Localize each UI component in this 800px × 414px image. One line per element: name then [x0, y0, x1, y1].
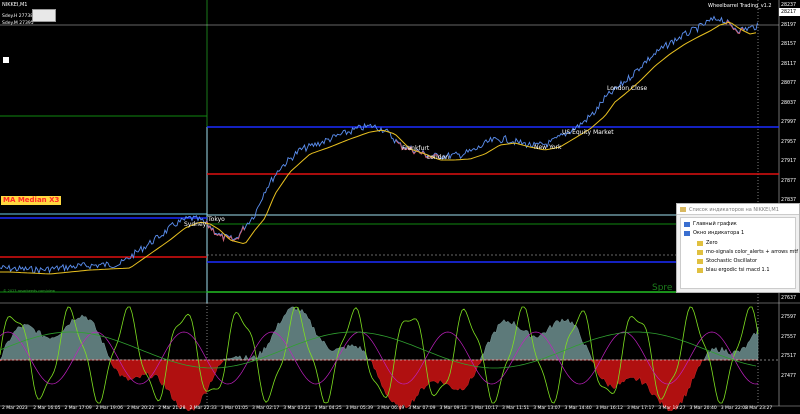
oscillator-histogram-negative	[0, 359, 758, 412]
time-tick-label: 3 Mar 10:17	[470, 406, 498, 411]
session-sydney: Sydney	[184, 221, 207, 228]
bid-label: Sdey.H 27738	[2, 14, 34, 19]
session-london-close: London Close	[607, 85, 648, 92]
price-tick-label: 27877	[781, 177, 797, 184]
time-tick-label: 3 Mar 05:39	[345, 406, 373, 411]
price-tick-label: 27917	[781, 158, 797, 164]
price-tick-label: 28037	[781, 99, 797, 106]
time-tick-label: 3 Mar 02:17	[252, 406, 280, 411]
time-tick-label: 3 Mar 07:09	[408, 406, 436, 411]
time-tick-label: 3 Mar 16:12	[595, 406, 623, 411]
time-tick-label: 2 Mar 21:28	[158, 406, 186, 411]
indicators-window-titlebar[interactable]: Список индикаторов на NIKKEI,M1	[677, 204, 799, 215]
tree-item-zero[interactable]: Zero	[706, 240, 718, 246]
indicators-list-window[interactable]: Список индикаторов на NIKKEI,M1 Главный …	[676, 203, 800, 293]
time-tick-label: 3 Mar 20:40	[689, 406, 717, 411]
tree-item-mo-signals[interactable]: mo-signals color_alerts + arrows mtf	[706, 249, 798, 255]
indicators-window-title: Список индикаторов на NIKKEI,M1	[689, 207, 779, 213]
indicator-icon	[697, 241, 703, 246]
time-tick-label: 3 Mar 03:21	[283, 406, 311, 411]
copyright-note: © 2023 rosarbeeds.com/view	[3, 289, 55, 293]
price-tick-label: 27557	[781, 333, 797, 340]
session-newyork: New York	[534, 144, 562, 151]
current-price-tag: 28217	[779, 8, 800, 16]
time-tick-label: 3 Mar 19:27	[658, 406, 686, 411]
session-london: London	[427, 154, 449, 161]
window-icon	[680, 207, 686, 212]
tree-item-blau-ergodic[interactable]: blau ergodic tsi macd 1.1	[706, 267, 770, 273]
indicator-icon	[697, 259, 703, 264]
price-tick-label: 27517	[781, 353, 797, 359]
time-tick-label: 3 Mar 09:13	[439, 406, 467, 411]
price-tick-label: 28157	[781, 41, 797, 47]
session-frankfurt: Frankfurt	[402, 145, 430, 152]
price-tick-label: 28077	[781, 80, 797, 86]
tree-subwindow-1[interactable]: Окно индикатора 1	[693, 230, 744, 236]
indicators-tree[interactable]: Главный график Окно индикатора 1 Zero mo…	[680, 217, 798, 289]
price-tick-label: 28197	[781, 21, 797, 28]
price-tick-label: 27957	[781, 138, 797, 145]
chart-window[interactable]: NIKKEI,M1 Sdey.H 27738 Sdey.M 27395 Whee…	[0, 0, 800, 414]
time-tick-label: 3 Mar 11:51	[502, 406, 530, 411]
time-tick-label: 3 Mar 04:25	[314, 406, 342, 411]
time-tick-label: 2 Mar 22:33	[189, 406, 217, 411]
ask-label: Sdey.M 27395	[2, 21, 34, 26]
time-tick-label: 3 Mar 17:17	[627, 406, 655, 411]
tree-main-chart[interactable]: Главный график	[693, 221, 737, 227]
time-tick-label: 3 Mar 22:08	[720, 406, 748, 411]
indicator-icon	[697, 250, 703, 255]
spread-label: Spre	[652, 283, 673, 293]
indicator-title: Wheelbarrel Trading_v1.2	[708, 3, 772, 9]
tree-item-stochastic[interactable]: Stochastic Oscillator	[706, 258, 757, 264]
price-tick-label: 27597	[781, 314, 797, 320]
symbol-label: NIKKEI,M1	[2, 2, 28, 8]
time-tick-label: 2 Mar 2023	[2, 406, 28, 411]
time-tick-label: 3 Mar 13:07	[533, 406, 561, 411]
time-tick-label: 2 Mar 19:06	[95, 406, 123, 411]
price-tick-label: 27997	[781, 119, 797, 125]
price-tick-label: 27477	[781, 372, 797, 379]
time-tick-label: 2 Mar 16:05	[33, 406, 61, 411]
time-tick-label: 3 Mar 01:05	[220, 406, 248, 411]
session-us-equity: US Equity Market	[562, 129, 614, 136]
price-tick-label: 28117	[781, 60, 797, 67]
main-chart-icon	[684, 222, 690, 227]
one-click-trading-box[interactable]	[32, 9, 56, 22]
time-tick-label: 2 Mar 17:09	[64, 406, 92, 411]
ma-median-line	[0, 21, 757, 275]
ma-median-label: MA Median X3	[1, 196, 62, 205]
price-series	[0, 15, 758, 275]
indicator-icon	[697, 268, 703, 273]
time-tick-label: 3 Mar 06:49	[377, 406, 405, 411]
price-tick-label: 27637	[781, 294, 797, 301]
time-tick-label: 2 Mar 20:22	[127, 406, 155, 411]
session-tokyo: Tokyo	[208, 216, 225, 223]
time-tick-label: 3 Mar 14:40	[564, 406, 592, 411]
subwindow-icon	[684, 231, 690, 236]
chart-checkbox[interactable]	[3, 57, 9, 63]
time-tick-label: 3 Mar 23:27	[745, 406, 773, 411]
